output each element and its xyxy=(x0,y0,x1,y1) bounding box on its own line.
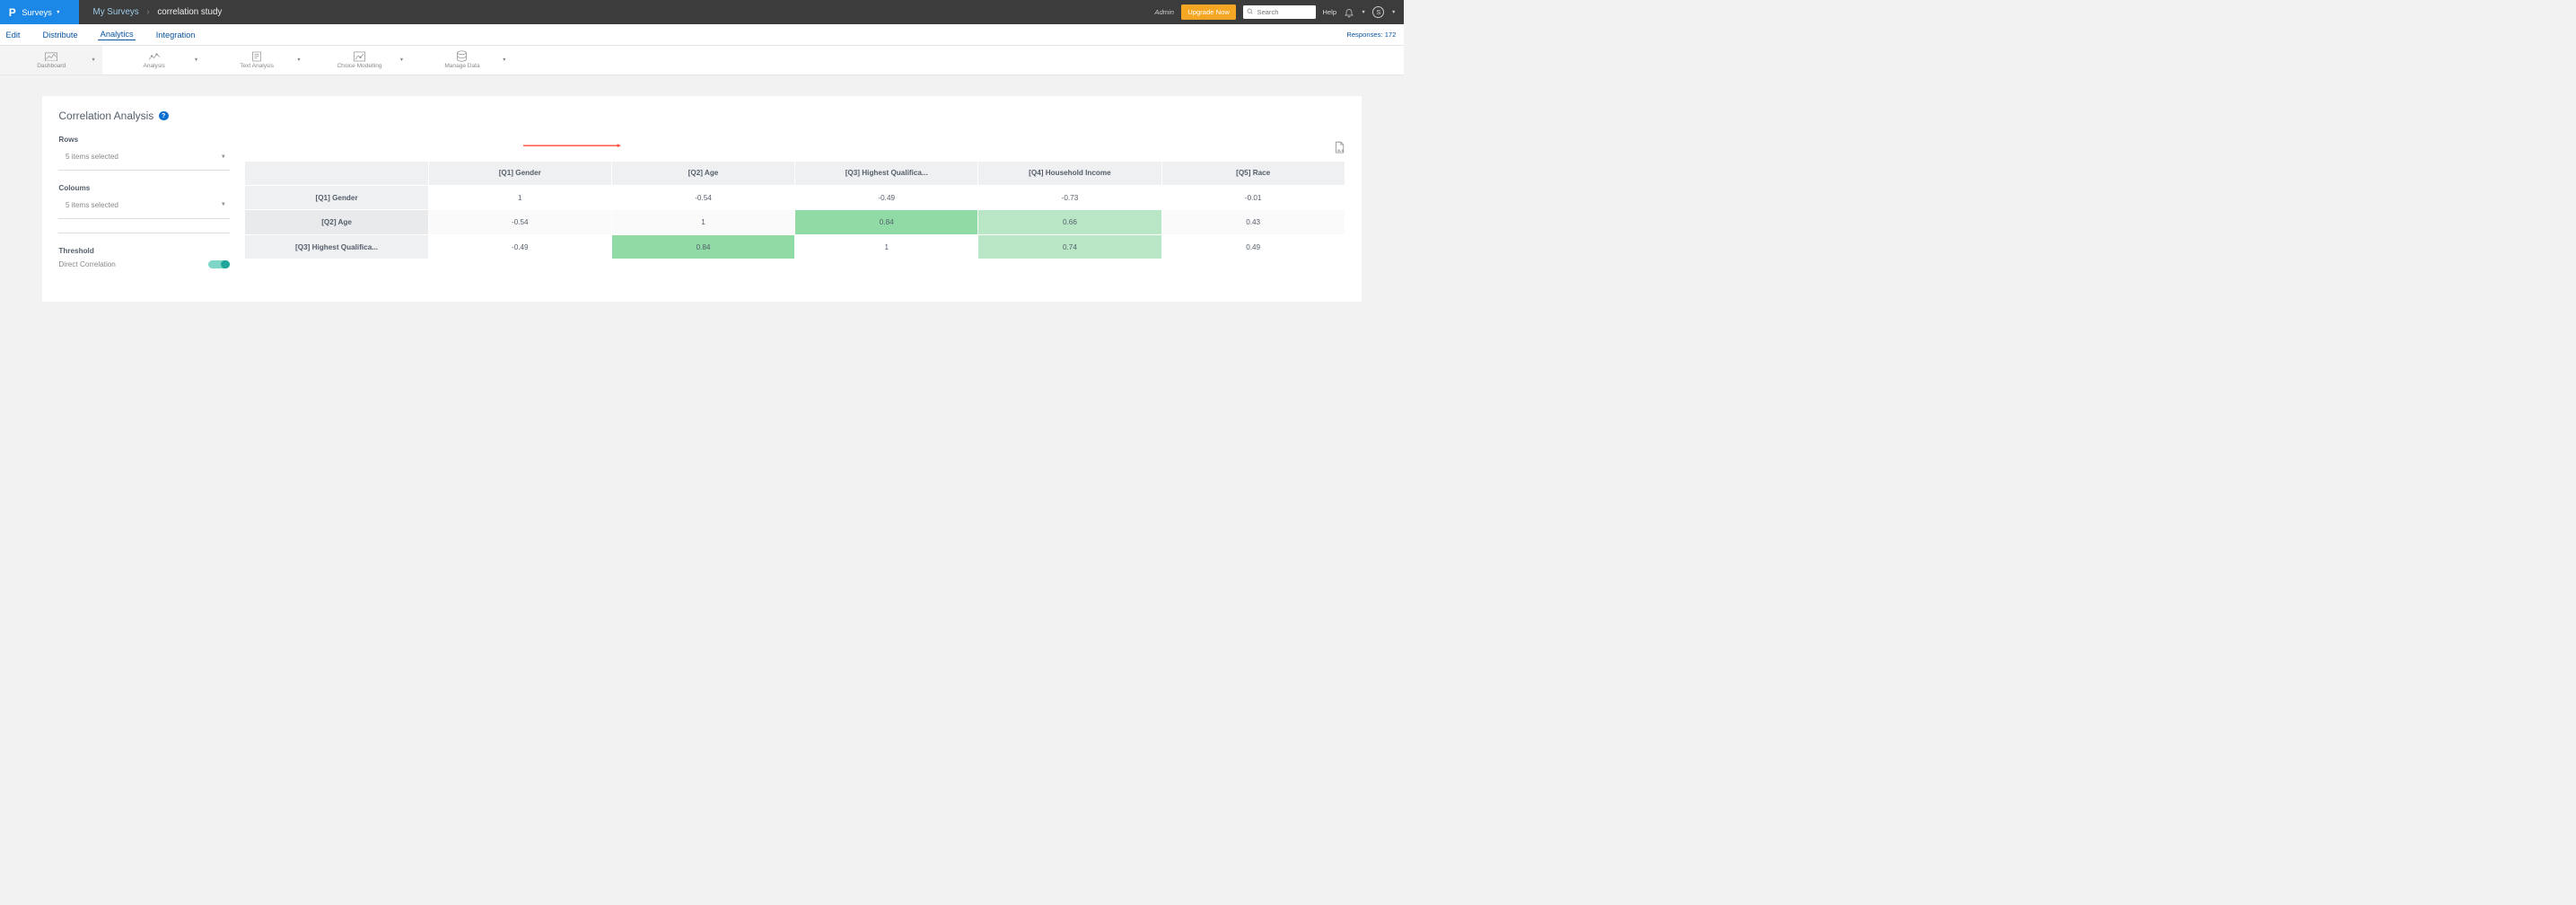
threshold-label: Threshold xyxy=(58,247,230,255)
row-header: [Q1] Gender xyxy=(245,185,428,209)
row-header: [Q3] Highest Qualifica... xyxy=(245,234,428,259)
topbar-right: Admin Upgrade Now Help ▼ S ▼ xyxy=(1154,4,1404,21)
rows-select[interactable]: 5 items selected ▼ xyxy=(58,148,230,171)
breadcrumb-sep: › xyxy=(146,7,149,17)
table-cell: 0.84 xyxy=(611,234,794,259)
toolbar-manage-data[interactable]: Manage Data ▼ xyxy=(411,46,513,75)
search-input[interactable] xyxy=(1257,8,1311,16)
table-row: [Q2] Age-0.5410.840.660.43 xyxy=(245,210,1345,234)
tab-integration[interactable]: Integration xyxy=(154,31,197,40)
config-sidebar: Rows 5 items selected ▼ Coloums 5 items … xyxy=(58,136,240,268)
toolbar-label: Dashboard xyxy=(37,63,66,69)
table-cell: -0.49 xyxy=(795,185,978,209)
table-cell: 0.66 xyxy=(978,210,1161,234)
table-corner xyxy=(245,161,428,185)
rows-value: 5 items selected xyxy=(66,153,118,161)
table-cell: -0.54 xyxy=(611,185,794,209)
app-name: Surveys xyxy=(22,8,51,17)
admin-label[interactable]: Admin xyxy=(1154,8,1174,16)
chevron-down-icon[interactable]: ▼ xyxy=(1391,10,1396,15)
nav-tabs: Edit Distribute Analytics Integration Re… xyxy=(0,24,1404,46)
toolbar-label: Choice Modelling xyxy=(337,63,381,69)
toolbar-label: Manage Data xyxy=(444,63,479,69)
toolbar-label: Analysis xyxy=(143,63,164,69)
threshold-item-label: Direct Correlation xyxy=(58,260,115,268)
database-icon xyxy=(456,51,468,62)
search-box[interactable] xyxy=(1243,5,1316,19)
row-header: [Q2] Age xyxy=(245,210,428,234)
annotation-arrow xyxy=(523,144,621,147)
chevron-down-icon: ▼ xyxy=(502,57,506,63)
direct-correlation-toggle[interactable] xyxy=(208,260,230,269)
table-cell: 0.43 xyxy=(1161,210,1345,234)
panel-title: Correlation Analysis ? xyxy=(58,110,1345,122)
chevron-down-icon: ▼ xyxy=(221,154,226,160)
text-analysis-icon xyxy=(251,51,262,62)
table-cell: 0.74 xyxy=(978,234,1161,259)
chevron-down-icon: ▼ xyxy=(296,57,301,63)
chevron-down-icon[interactable]: ▼ xyxy=(1361,10,1365,15)
col-header: [Q2] Age xyxy=(611,161,794,185)
analytics-toolbar: Dashboard ▼ Analysis ▼ Text Analysis ▼ C… xyxy=(0,46,1404,75)
table-header-row: [Q1] Gender [Q2] Age [Q3] Highest Qualif… xyxy=(245,161,1345,185)
breadcrumb-link[interactable]: My Surveys xyxy=(93,7,139,17)
panel-title-text: Correlation Analysis xyxy=(58,110,153,122)
chevron-down-icon: ▼ xyxy=(91,57,95,63)
toolbar-dashboard[interactable]: Dashboard ▼ xyxy=(0,46,102,75)
user-avatar[interactable]: S xyxy=(1372,6,1384,18)
table-row: [Q3] Highest Qualifica...-0.490.8410.740… xyxy=(245,234,1345,259)
notification-bell[interactable] xyxy=(1344,7,1354,18)
table-cell: 1 xyxy=(611,210,794,234)
table-cell: 0.84 xyxy=(795,210,978,234)
table-cell: 0.49 xyxy=(1161,234,1345,259)
svg-text:XLS: XLS xyxy=(1336,149,1344,153)
analysis-icon xyxy=(148,51,161,62)
breadcrumb: My Surveys › correlation study xyxy=(79,7,222,17)
table-cell: -0.01 xyxy=(1161,185,1345,209)
logo-icon: P xyxy=(9,6,16,19)
dashboard-icon xyxy=(45,51,57,62)
tab-distribute[interactable]: Distribute xyxy=(40,31,79,40)
app-menu[interactable]: P Surveys ▼ xyxy=(0,0,79,24)
col-header: [Q5] Race xyxy=(1161,161,1345,185)
toolbar-text-analysis[interactable]: Text Analysis ▼ xyxy=(206,46,308,75)
correlation-panel: Correlation Analysis ? Rows 5 items sele… xyxy=(42,96,1362,302)
col-header: [Q4] Household Income xyxy=(978,161,1161,185)
col-header: [Q3] Highest Qualifica... xyxy=(795,161,978,185)
toolbar-choice-modelling[interactable]: Choice Modelling ▼ xyxy=(308,46,410,75)
help-icon[interactable]: ? xyxy=(159,111,169,121)
main-area: Correlation Analysis ? Rows 5 items sele… xyxy=(0,75,1404,302)
chevron-down-icon: ▼ xyxy=(194,57,198,63)
chevron-down-icon: ▼ xyxy=(221,202,226,207)
col-header: [Q1] Gender xyxy=(428,161,611,185)
table-cell: -0.54 xyxy=(428,210,611,234)
rows-label: Rows xyxy=(58,136,230,144)
table-cell: 1 xyxy=(795,234,978,259)
topbar: P Surveys ▼ My Surveys › correlation stu… xyxy=(0,0,1404,24)
table-cell: -0.73 xyxy=(978,185,1161,209)
help-link[interactable]: Help xyxy=(1322,8,1336,16)
search-icon xyxy=(1247,8,1254,17)
toolbar-label: Text Analysis xyxy=(240,63,274,69)
toolbar-analysis[interactable]: Analysis ▼ xyxy=(102,46,205,75)
tab-edit[interactable]: Edit xyxy=(4,31,22,40)
responses-count[interactable]: Responses: 172 xyxy=(1346,31,1396,39)
table-cell: 1 xyxy=(428,185,611,209)
correlation-table: [Q1] Gender [Q2] Age [Q3] Highest Qualif… xyxy=(244,161,1345,260)
cols-value: 5 items selected xyxy=(66,201,118,209)
upgrade-button[interactable]: Upgrade Now xyxy=(1181,4,1237,21)
cols-label: Coloums xyxy=(58,184,230,192)
choice-modelling-icon xyxy=(354,51,365,62)
breadcrumb-current: correlation study xyxy=(157,7,222,17)
table-cell: -0.49 xyxy=(428,234,611,259)
export-xls-button[interactable]: XLS xyxy=(1333,141,1345,155)
table-row: [Q1] Gender1-0.54-0.49-0.73-0.01 xyxy=(245,185,1345,209)
cols-select[interactable]: 5 items selected ▼ xyxy=(58,196,230,218)
chevron-down-icon: ▼ xyxy=(399,57,404,63)
table-area: XLS [Q1] Gender [Q2] Age [Q3] Highest Qu… xyxy=(240,136,1345,268)
chevron-down-icon: ▼ xyxy=(56,10,60,15)
tab-analytics[interactable]: Analytics xyxy=(98,30,135,40)
